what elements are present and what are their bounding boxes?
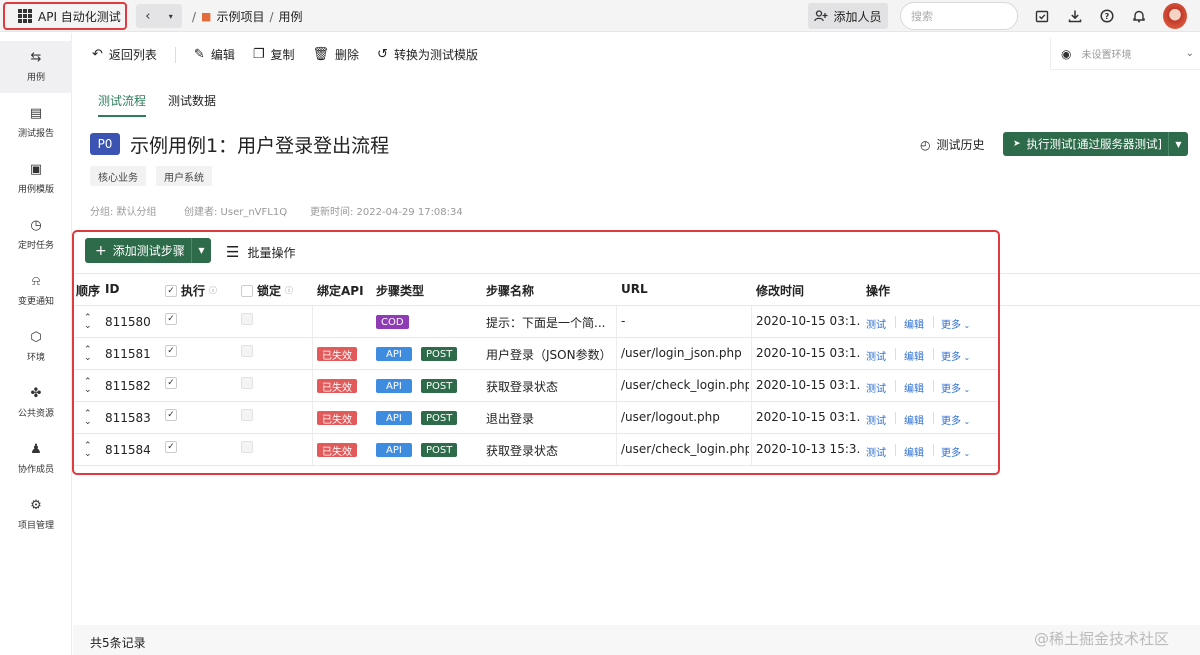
app-switcher[interactable]: API 自动化测试 — [3, 2, 127, 30]
run-test-button[interactable]: ➤ 执行测试[通过服务器测试] ▼ — [1003, 132, 1188, 156]
download-icon[interactable] — [1066, 7, 1084, 25]
sidebar-item-cases[interactable]: ⇆ 用例 — [0, 41, 72, 93]
environment-select[interactable]: ◉ 未设置环境 ⌄ — [1050, 38, 1200, 70]
sidebar-item-label: 用例模版 — [17, 185, 54, 195]
tag-user-system: 用户系统 — [156, 166, 212, 186]
sidebar-item-label: 协作成员 — [17, 465, 54, 475]
copy-button[interactable]: ❐ 复制 — [253, 46, 295, 63]
add-member-button[interactable]: 添加人员 — [808, 3, 888, 29]
bell-icon[interactable] — [1130, 7, 1148, 25]
puzzle-icon: ✤ — [30, 386, 42, 401]
record-count: 共5条记录 — [90, 636, 146, 650]
clock-icon: ◷ — [30, 218, 42, 233]
trash-icon: 🗑︎ — [312, 47, 330, 62]
eye-icon: ◉ — [1061, 46, 1072, 61]
run-test-label: 执行测试[通过服务器测试] — [1026, 137, 1163, 151]
return-icon: ↶ — [92, 47, 103, 62]
run-test-main[interactable]: ➤ 执行测试[通过服务器测试] — [1003, 136, 1168, 152]
settings-icon: ⚙ — [30, 498, 42, 513]
chevron-left-icon: ‹ — [145, 8, 151, 24]
search-input[interactable] — [900, 2, 1018, 30]
convert-template-label: 转换为测试模版 — [393, 48, 478, 62]
delete-label: 删除 — [335, 48, 360, 62]
sidebar-item-label: 变更通知 — [17, 297, 54, 307]
svg-text:?: ? — [1105, 12, 1110, 21]
cube-icon: ⬡ — [30, 330, 42, 345]
caret-down-icon: ▼ — [1175, 139, 1182, 149]
sidebar-item-notifications[interactable]: ⍾ 变更通知 — [0, 265, 72, 317]
pencil-icon: ✎ — [193, 47, 205, 62]
copy-icon: ❐ — [252, 47, 265, 62]
add-user-icon — [814, 10, 828, 22]
footer-bar — [73, 625, 1200, 655]
breadcrumb: / ■ 示例项目 / 用例 — [192, 8, 303, 25]
top-bar: API 自动化测试 ‹ ▾ / ■ 示例项目 / 用例 添加人员 ? — [0, 0, 1200, 32]
users-icon: ♟ — [30, 442, 42, 457]
sidebar: ⇆ 用例 ▤ 测试报告 ▣ 用例模版 ◷ 定时任务 ⍾ 变更通知 ⬡ 环境 ✤ … — [0, 33, 72, 655]
copy-label: 复制 — [270, 48, 295, 62]
case-creator: 创建者: User_nVFL1Q — [184, 207, 288, 218]
page-title: 示例用例1：用户登录登出流程 — [130, 135, 390, 157]
back-to-list-button[interactable]: ↶ 返回列表 — [92, 46, 157, 63]
case-tabs: 测试流程 测试数据 — [98, 92, 216, 117]
priority-badge: P0 — [90, 133, 120, 155]
test-history-button[interactable]: ◴ 测试历史 — [920, 136, 985, 153]
edit-button[interactable]: ✎ 编辑 — [194, 46, 235, 63]
grid-icon — [18, 9, 32, 23]
sidebar-item-resources[interactable]: ✤ 公共资源 — [0, 377, 72, 429]
avatar[interactable] — [1163, 3, 1187, 29]
sidebar-item-templates[interactable]: ▣ 用例模版 — [0, 153, 72, 205]
sidebar-item-label: 测试报告 — [17, 129, 54, 139]
steps-highlight-frame — [72, 230, 1000, 475]
sidebar-item-project-settings[interactable]: ⚙ 项目管理 — [0, 489, 72, 541]
toolbar-divider — [174, 46, 176, 63]
history-icon: ↺ — [377, 47, 388, 62]
sidebar-item-label: 项目管理 — [17, 521, 54, 531]
watermark: @稀土掘金技术社区 — [1034, 630, 1170, 648]
history-icon: ◴ — [920, 137, 931, 152]
nav-history-button[interactable]: ‹ ▾ — [136, 4, 182, 28]
breadcrumb-section: 用例 — [278, 10, 303, 24]
bell-icon: ⍾ — [31, 274, 41, 289]
case-toolbar: ↶ 返回列表 ✎ 编辑 ❐ 复制 🗑︎ 删除 ↺ 转换为测试模版 — [92, 46, 496, 63]
tag-core-business: 核心业务 — [90, 166, 146, 186]
back-label: 返回列表 — [108, 48, 157, 62]
run-options-dropdown[interactable]: ▼ — [1168, 132, 1188, 156]
rocket-icon: ➤ — [1013, 139, 1021, 149]
sidebar-item-label: 定时任务 — [17, 241, 54, 251]
sidebar-item-members[interactable]: ♟ 协作成员 — [0, 433, 72, 485]
breadcrumb-separator: / — [269, 9, 274, 24]
sidebar-item-label: 用例 — [26, 73, 45, 83]
breadcrumb-project[interactable]: 示例项目 — [216, 8, 264, 25]
tab-test-flow[interactable]: 测试流程 — [98, 92, 147, 117]
task-check-icon[interactable] — [1033, 7, 1051, 25]
delete-button[interactable]: 🗑︎ 删除 — [313, 46, 360, 63]
swap-icon: ⇆ — [30, 50, 42, 65]
sidebar-item-environment[interactable]: ⬡ 环境 — [0, 321, 72, 373]
case-group: 分组: 默认分组 — [90, 207, 157, 218]
edit-label: 编辑 — [210, 48, 235, 62]
project-icon: ■ — [201, 10, 212, 23]
convert-template-button[interactable]: ↺ 转换为测试模版 — [377, 46, 478, 63]
chevron-down-icon: ⌄ — [1185, 48, 1194, 59]
help-icon[interactable]: ? — [1098, 7, 1116, 25]
report-icon: ▤ — [29, 106, 43, 121]
sidebar-item-label: 环境 — [26, 353, 45, 363]
breadcrumb-separator: / — [192, 9, 197, 24]
template-icon: ▣ — [29, 162, 43, 177]
sidebar-item-label: 公共资源 — [17, 409, 54, 419]
case-updated: 更新时间: 2022-04-29 17:08:34 — [310, 207, 463, 218]
app-title: API 自动化测试 — [38, 9, 121, 24]
sidebar-item-schedule[interactable]: ◷ 定时任务 — [0, 209, 72, 261]
environment-value: 未设置环境 — [1081, 50, 1132, 61]
caret-down-icon: ▾ — [168, 11, 173, 21]
sidebar-item-reports[interactable]: ▤ 测试报告 — [0, 97, 72, 149]
tab-test-data[interactable]: 测试数据 — [168, 92, 216, 117]
add-member-label: 添加人员 — [833, 9, 882, 24]
test-history-label: 测试历史 — [936, 138, 985, 152]
